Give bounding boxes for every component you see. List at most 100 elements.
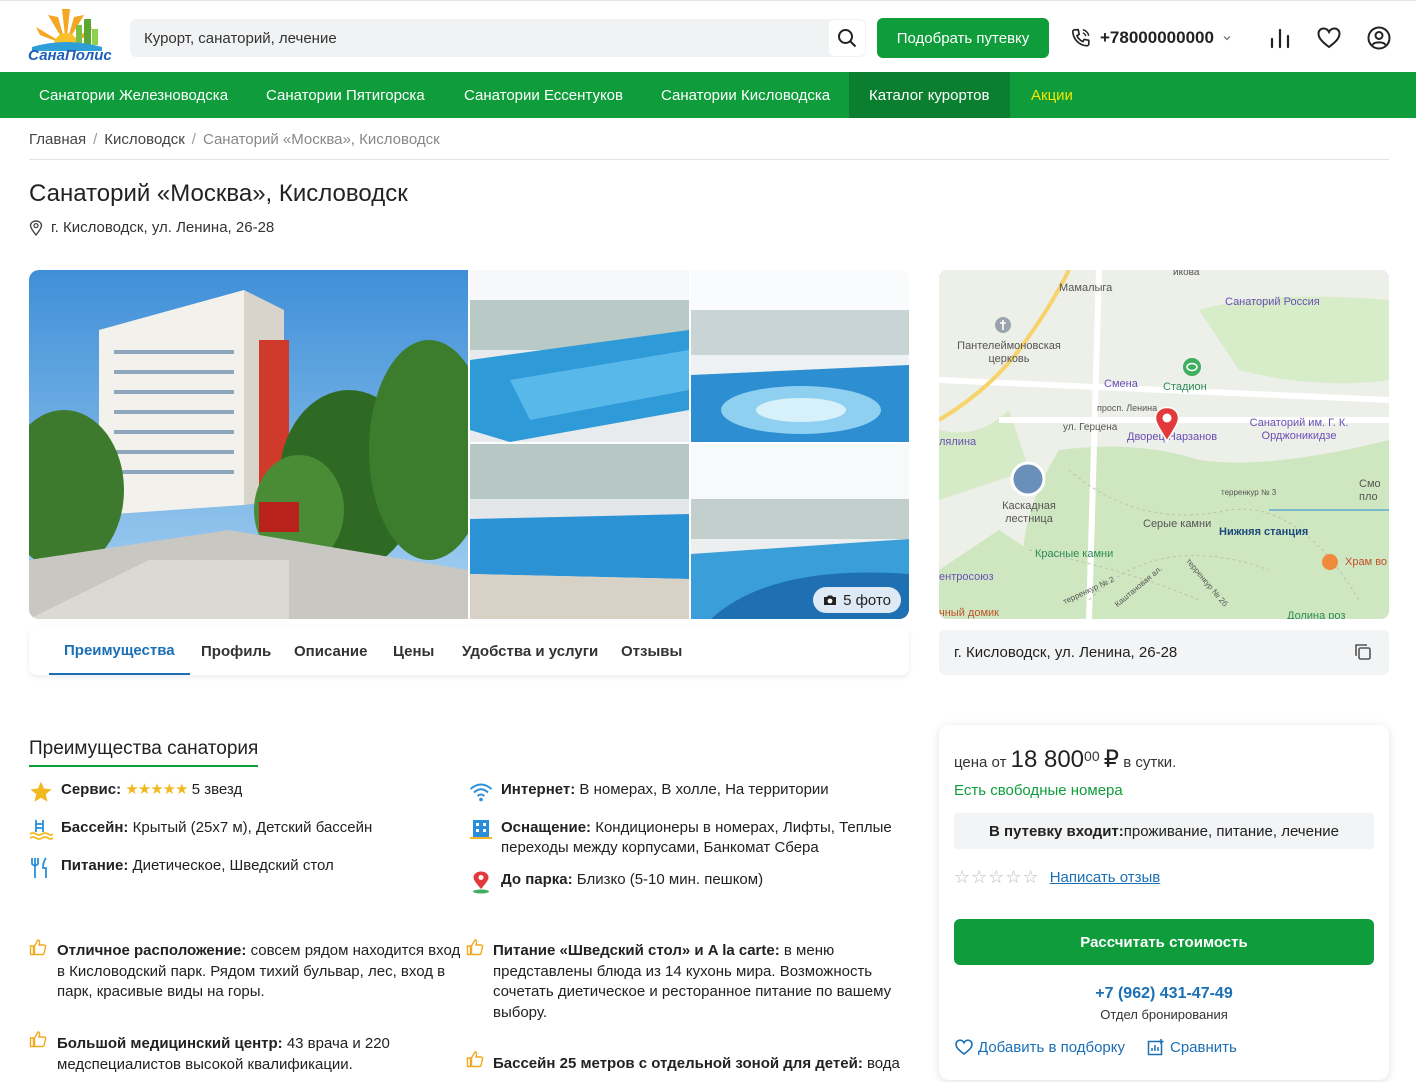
nav-item-zheleznovodsk[interactable]: Санатории Железноводска <box>19 72 248 118</box>
feature-equipment: Оснащение: Кондиционеры в номерах, Лифты… <box>501 819 892 856</box>
map-label: Каскадная лестница <box>1002 500 1056 525</box>
thumbs-up-icon <box>29 1031 47 1048</box>
main-nav: Санатории Железноводска Санатории Пятиго… <box>0 72 1416 118</box>
copy-icon[interactable] <box>1353 642 1373 662</box>
pool-photo-3[interactable] <box>470 444 689 619</box>
thumbs-up-icon <box>466 1051 484 1068</box>
photo-gallery: 5 фото <box>29 270 909 619</box>
map-label: Мамалыга <box>1059 282 1113 294</box>
pool-photo-2[interactable] <box>691 270 909 442</box>
divider <box>29 159 1389 160</box>
map-label: Храм во <box>1345 556 1388 568</box>
pool-photo-1[interactable] <box>470 270 689 442</box>
advantage-pool: Бассейн 25 метров с отдельной зоной для … <box>493 1055 900 1072</box>
review-row: ☆☆☆☆☆ Написать отзыв <box>954 867 1160 888</box>
breadcrumb-current: Санаторий «Москва», Кисловодск <box>202 131 440 148</box>
rating-stars-empty[interactable]: ☆☆☆☆☆ <box>954 867 1040 888</box>
card-actions: Добавить в подборку Сравнить <box>955 1038 1237 1056</box>
compare-icon[interactable] <box>1267 25 1293 51</box>
booking-card: цена от 18 80000 ₽ в сутки. Есть свободн… <box>939 725 1389 1080</box>
page-address-text: г. Кисловодск, ул. Ленина, 26-28 <box>51 219 275 236</box>
location-map[interactable]: Мамалыга Санаторий Россия Пантелеймоновс… <box>939 270 1389 619</box>
tab-profile[interactable]: Профиль <box>186 627 286 675</box>
tab-amenities[interactable]: Удобства и услуги <box>447 627 613 675</box>
feature-food: Питание: Диетическое, Шведский стол <box>61 857 334 874</box>
breadcrumb-home[interactable]: Главная <box>29 131 86 148</box>
map-label: икова <box>1173 270 1200 278</box>
thumbs-up-icon <box>466 939 484 956</box>
phone-icon <box>1071 28 1090 47</box>
temple-icon <box>1322 554 1338 570</box>
location-pin-icon <box>29 219 43 236</box>
nav-item-promo[interactable]: Акции <box>1011 72 1093 118</box>
pool-icon <box>29 820 53 840</box>
user-account-icon[interactable] <box>1366 25 1392 51</box>
booking-phone[interactable]: +7 (962) 431-47-49 <box>939 985 1389 1003</box>
map-label: Красные камни <box>1035 548 1114 560</box>
price: цена от 18 80000 ₽ в сутки. <box>954 746 1177 773</box>
search-input[interactable] <box>144 19 804 57</box>
main-hotel-photo[interactable] <box>29 270 468 619</box>
compare-button[interactable]: Сравнить <box>1147 1038 1237 1056</box>
map-label: Санаторий им. Г. К. Орджоникидзе <box>1249 417 1349 442</box>
advantage-location: Отличное расположение: совсем рядом нахо… <box>57 942 461 1000</box>
search-button[interactable] <box>829 20 865 56</box>
heart-icon <box>955 1039 973 1055</box>
booking-department: Отдел бронирования <box>1100 1007 1228 1022</box>
map-address-bar: г. Кисловодск, ул. Ленина, 26-28 <box>939 630 1389 675</box>
map-label: Серые камни <box>1143 518 1212 530</box>
map-label: Смо пло <box>1359 478 1381 503</box>
site-header: СанаПолис Подобрать путевку +78000000000 <box>0 0 1416 72</box>
tour-includes: В путевку входит: проживание, питание, л… <box>954 813 1374 849</box>
write-review-link[interactable]: Написать отзыв <box>1050 869 1161 886</box>
feature-park-distance: До парка: Близко (5-10 мин. пешком) <box>501 871 764 888</box>
breadcrumb-city[interactable]: Кисловодск <box>104 131 185 148</box>
add-to-list-button[interactable]: Добавить в подборку <box>955 1039 1125 1056</box>
logo-text: СанаПолис <box>28 47 112 64</box>
map-label: Долина роз <box>1287 610 1346 619</box>
map-address-text: г. Кисловодск, ул. Ленина, 26-28 <box>954 644 1178 661</box>
advantage-medical-center: Большой медицинский центр: 43 врача и 22… <box>57 1035 390 1073</box>
logo-sun-icon <box>32 9 102 57</box>
map-label: лялина <box>939 436 977 448</box>
feature-pool: Бассейн: Крытый (25x7 м), Детский бассей… <box>61 819 373 836</box>
content-tabs: Преимущества Профиль Описание Цены Удобс… <box>29 627 909 675</box>
page-title: Санаторий «Москва», Кисловодск <box>29 180 408 207</box>
map-label: Смена <box>1104 378 1138 390</box>
map-label: Пантелеймоновская церковь <box>957 340 1061 365</box>
compare-add-icon <box>1147 1039 1164 1056</box>
search-box <box>130 19 866 57</box>
advantages-heading: Преимущества санатория <box>29 738 259 767</box>
map-label: Санаторий Россия <box>1225 296 1320 308</box>
heart-icon[interactable] <box>1316 25 1342 51</box>
stadium-icon <box>1183 358 1201 376</box>
camera-icon <box>824 595 837 605</box>
header-phone-number: +78000000000 <box>1100 28 1214 47</box>
wifi-icon <box>469 783 493 802</box>
map-photo-pin-icon[interactable] <box>1010 461 1046 497</box>
page-address: г. Кисловодск, ул. Ленина, 26-28 <box>29 219 274 236</box>
tab-reviews[interactable]: Отзывы <box>606 627 697 675</box>
availability-status: Есть свободные номера <box>954 782 1123 799</box>
nav-item-pyatigorsk[interactable]: Санатории Пятигорска <box>246 72 445 118</box>
tab-description[interactable]: Описание <box>279 627 382 675</box>
chevron-down-icon <box>1223 36 1231 41</box>
map-label: ентросоюз <box>939 571 994 583</box>
header-phone[interactable]: +78000000000 <box>1070 25 1232 51</box>
nav-item-catalog[interactable]: Каталог курортов <box>849 72 1010 118</box>
map-marker-icon[interactable] <box>1154 406 1180 442</box>
map-label: Нижняя станция <box>1219 526 1309 538</box>
map-label: просп. Ленина <box>1097 403 1158 413</box>
advantage-food: Питание «Шведский стол» и A la carte: в … <box>493 942 892 1021</box>
site-logo[interactable]: СанаПолис <box>28 7 112 67</box>
map-label: чный домик <box>939 607 999 619</box>
nav-item-essentuki[interactable]: Санатории Ессентуков <box>444 72 643 118</box>
calculate-cost-button[interactable]: Рассчитать стоимость <box>954 919 1374 965</box>
star-icon <box>30 781 52 802</box>
photo-count-badge[interactable]: 5 фото <box>813 587 901 613</box>
tab-advantages[interactable]: Преимущества <box>49 627 190 675</box>
tab-prices[interactable]: Цены <box>378 627 449 675</box>
nav-item-kislovodsk[interactable]: Санатории Кисловодска <box>641 72 850 118</box>
pool-photo-4[interactable]: 5 фото <box>691 444 909 619</box>
pick-tour-button[interactable]: Подобрать путевку <box>877 18 1049 58</box>
